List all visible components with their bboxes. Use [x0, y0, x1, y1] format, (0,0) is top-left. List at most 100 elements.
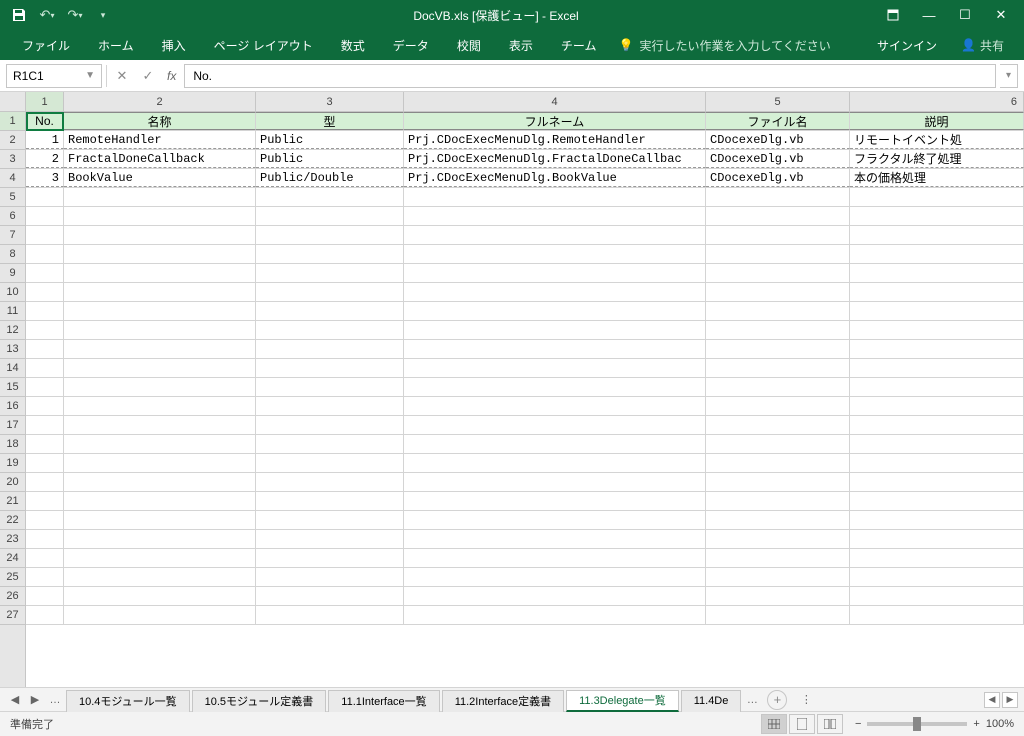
cell[interactable] — [850, 321, 1024, 339]
cell[interactable] — [256, 321, 404, 339]
cell[interactable] — [26, 435, 64, 453]
cell[interactable] — [850, 530, 1024, 548]
cell[interactable]: Prj.CDocExecMenuDlg.BookValue — [404, 169, 706, 187]
cell[interactable] — [706, 302, 850, 320]
cell[interactable] — [256, 549, 404, 567]
cell[interactable] — [404, 207, 706, 225]
cell[interactable] — [850, 378, 1024, 396]
cell[interactable] — [256, 473, 404, 491]
cell[interactable] — [404, 473, 706, 491]
ribbon-options-button[interactable] — [876, 3, 910, 27]
col-header[interactable]: 4 — [404, 92, 706, 111]
row-header[interactable]: 16 — [0, 397, 25, 416]
cell[interactable] — [64, 359, 256, 377]
cell[interactable] — [850, 207, 1024, 225]
sign-in-link[interactable]: サインイン — [867, 33, 947, 58]
ribbon-tab-file[interactable]: ファイル — [10, 33, 82, 58]
cell[interactable] — [256, 568, 404, 586]
cell[interactable]: RemoteHandler — [64, 131, 256, 149]
cell[interactable] — [404, 283, 706, 301]
cell[interactable] — [256, 226, 404, 244]
cell[interactable] — [404, 378, 706, 396]
header-cell[interactable]: No. — [26, 112, 64, 130]
cell[interactable] — [404, 359, 706, 377]
cell[interactable]: Prj.CDocExecMenuDlg.RemoteHandler — [404, 131, 706, 149]
cell[interactable] — [256, 397, 404, 415]
cell[interactable] — [26, 397, 64, 415]
cell[interactable] — [706, 340, 850, 358]
cell[interactable] — [64, 340, 256, 358]
row-header[interactable]: 25 — [0, 568, 25, 587]
cell[interactable] — [256, 416, 404, 434]
cell[interactable] — [404, 606, 706, 624]
row-header[interactable]: 17 — [0, 416, 25, 435]
cell[interactable] — [850, 302, 1024, 320]
cell[interactable] — [64, 397, 256, 415]
col-header[interactable]: 3 — [256, 92, 404, 111]
cell[interactable] — [256, 530, 404, 548]
view-pagebreak-button[interactable] — [817, 714, 843, 734]
cell[interactable] — [706, 511, 850, 529]
cell[interactable]: CDocexeDlg.vb — [706, 150, 850, 168]
cell[interactable]: 2 — [26, 150, 64, 168]
cell[interactable]: 3 — [26, 169, 64, 187]
ribbon-tab-pagelayout[interactable]: ページ レイアウト — [202, 33, 325, 58]
cell[interactable] — [256, 302, 404, 320]
cell[interactable] — [404, 226, 706, 244]
cell[interactable] — [706, 568, 850, 586]
cell[interactable] — [26, 378, 64, 396]
cell[interactable] — [850, 359, 1024, 377]
cell[interactable] — [256, 378, 404, 396]
sheet-tab[interactable]: 11.3Delegate一覧 — [566, 690, 679, 712]
cell[interactable] — [404, 397, 706, 415]
cell[interactable] — [64, 492, 256, 510]
header-cell[interactable]: フルネーム — [404, 112, 706, 130]
cell[interactable] — [256, 454, 404, 472]
cell[interactable] — [404, 302, 706, 320]
cancel-formula-button[interactable]: ✕ — [111, 65, 133, 87]
cell[interactable] — [706, 435, 850, 453]
cell[interactable] — [64, 302, 256, 320]
cell[interactable] — [256, 435, 404, 453]
cell[interactable] — [706, 397, 850, 415]
cell[interactable] — [850, 454, 1024, 472]
zoom-in-button[interactable]: + — [973, 718, 979, 730]
cell[interactable] — [706, 226, 850, 244]
cell[interactable] — [706, 188, 850, 206]
zoom-slider[interactable] — [867, 722, 967, 726]
row-header[interactable]: 5 — [0, 188, 25, 207]
cell[interactable] — [256, 283, 404, 301]
cell[interactable] — [64, 606, 256, 624]
cell[interactable] — [26, 473, 64, 491]
ribbon-tab-team[interactable]: チーム — [549, 33, 609, 58]
share-button[interactable]: 👤共有 — [951, 33, 1014, 58]
redo-button[interactable]: ↷▾ — [62, 3, 88, 27]
cell[interactable]: 本の価格処理 — [850, 169, 1024, 187]
fx-icon[interactable]: fx — [163, 69, 180, 83]
ribbon-tab-insert[interactable]: 挿入 — [150, 33, 198, 58]
row-header[interactable]: 8 — [0, 245, 25, 264]
ribbon-tab-view[interactable]: 表示 — [497, 33, 545, 58]
cell[interactable] — [26, 226, 64, 244]
cell[interactable]: Public — [256, 131, 404, 149]
cell[interactable] — [706, 378, 850, 396]
cell[interactable] — [404, 549, 706, 567]
cell[interactable] — [706, 283, 850, 301]
row-header[interactable]: 23 — [0, 530, 25, 549]
cell[interactable] — [850, 226, 1024, 244]
select-all-corner[interactable] — [0, 92, 26, 111]
cell[interactable] — [404, 435, 706, 453]
cell[interactable] — [850, 587, 1024, 605]
cell[interactable]: Prj.CDocExecMenuDlg.FractalDoneCallbac — [404, 150, 706, 168]
cell[interactable] — [850, 435, 1024, 453]
cell[interactable] — [404, 245, 706, 263]
row-header[interactable]: 15 — [0, 378, 25, 397]
zoom-out-button[interactable]: − — [855, 718, 861, 730]
cell[interactable] — [26, 530, 64, 548]
cell[interactable] — [64, 321, 256, 339]
tell-me-search[interactable]: 💡実行したい作業を入力してください — [618, 37, 830, 54]
name-box[interactable]: R1C1▼ — [6, 64, 102, 88]
divider-handle[interactable]: ⋮ — [797, 691, 815, 709]
cell[interactable] — [256, 511, 404, 529]
row-header[interactable]: 20 — [0, 473, 25, 492]
